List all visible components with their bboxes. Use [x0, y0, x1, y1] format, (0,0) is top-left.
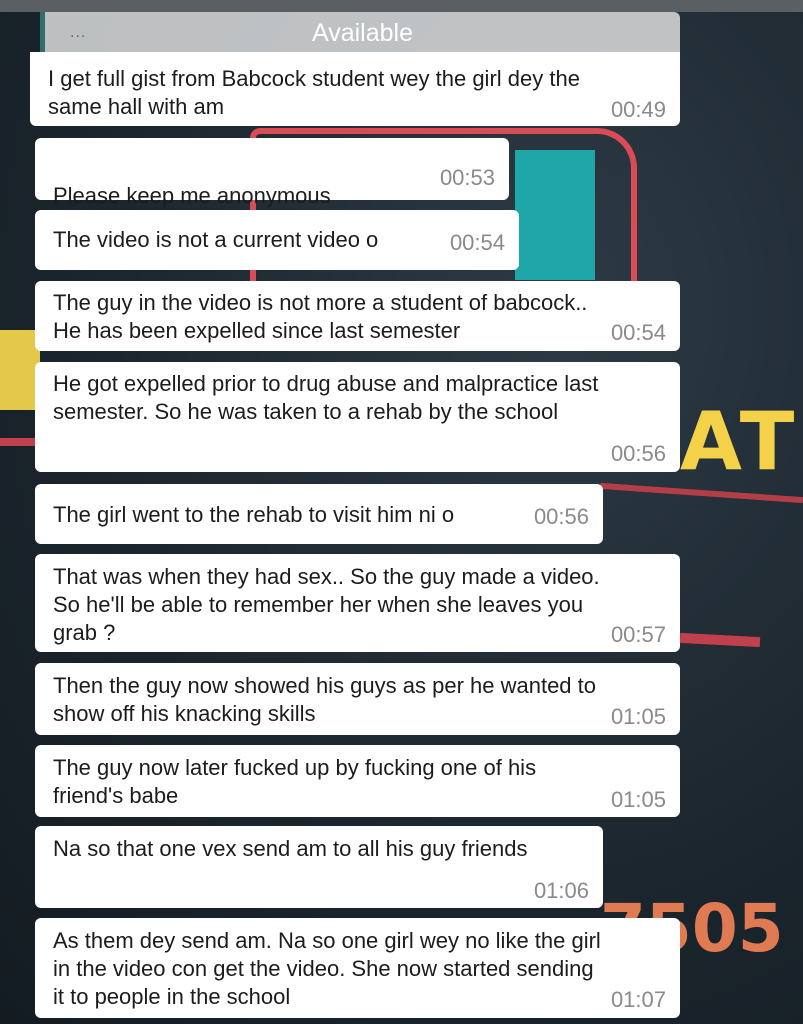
wallpaper-yellow-block — [0, 330, 40, 410]
message-bubble[interactable]: The video is not a current video o 00:54 — [35, 210, 519, 270]
message-text: Na so that one vex send am to all his gu… — [53, 836, 528, 861]
message-text: He got expelled prior to drug abuse and … — [53, 371, 599, 424]
message-text-content: Please keep me anonymous — [53, 183, 331, 208]
message-text: The guy in the video is not more a stude… — [53, 290, 588, 343]
message-text: I get full gist from Babcock student wey… — [48, 66, 580, 119]
message-time: 01:05 — [610, 787, 666, 812]
message-time: 00:54 — [610, 320, 666, 345]
message-time: 00:56 — [610, 441, 666, 466]
message-time: 00:56 — [533, 504, 589, 529]
message-bubble[interactable]: The guy in the video is not more a stude… — [35, 281, 680, 351]
wallpaper-letters: ATI — [680, 395, 803, 488]
message-bubble[interactable]: Na so that one vex send am to all his gu… — [35, 826, 603, 908]
message-bubble[interactable]: I get full gist from Babcock student wey… — [30, 52, 680, 126]
message-text: The guy now later fucked up by fucking o… — [53, 755, 537, 808]
status-bar — [0, 0, 803, 12]
message-text: As them dey send am. Na so one girl wey … — [53, 928, 601, 1009]
message-bubble[interactable]: Please keep me anonymous 🙏 00:53 — [35, 138, 509, 236]
message-bubble[interactable]: The girl went to the rehab to visit him … — [35, 484, 603, 544]
message-text: The girl went to the rehab to visit him … — [53, 502, 455, 527]
status-text: Available — [311, 19, 413, 47]
quoted-status-header[interactable]: ... Available — [40, 12, 680, 52]
message-time: 01:07 — [610, 987, 666, 1012]
message-bubble[interactable]: Then the guy now showed his guys as per … — [35, 663, 680, 735]
message-time: 00:49 — [610, 97, 666, 122]
wallpaper-red-line — [0, 438, 40, 446]
message-time: 01:06 — [533, 878, 589, 903]
message-text: That was when they had sex.. So the guy … — [53, 564, 600, 645]
message-text: The video is not a current video o — [53, 227, 379, 252]
wallpaper-red-line-right — [679, 632, 761, 648]
message-time: 00:57 — [610, 622, 666, 647]
message-time: 00:53 — [439, 165, 495, 190]
message-bubble[interactable]: That was when they had sex.. So the guy … — [35, 554, 680, 652]
message-text: Then the guy now showed his guys as per … — [53, 673, 597, 726]
message-time: 01:05 — [610, 704, 666, 729]
message-bubble[interactable]: As them dey send am. Na so one girl wey … — [35, 918, 680, 1018]
message-time: 00:54 — [449, 230, 505, 255]
message-bubble[interactable]: He got expelled prior to drug abuse and … — [35, 362, 680, 472]
message-bubble[interactable]: The guy now later fucked up by fucking o… — [35, 745, 680, 817]
wallpaper-teal-block — [515, 150, 595, 280]
